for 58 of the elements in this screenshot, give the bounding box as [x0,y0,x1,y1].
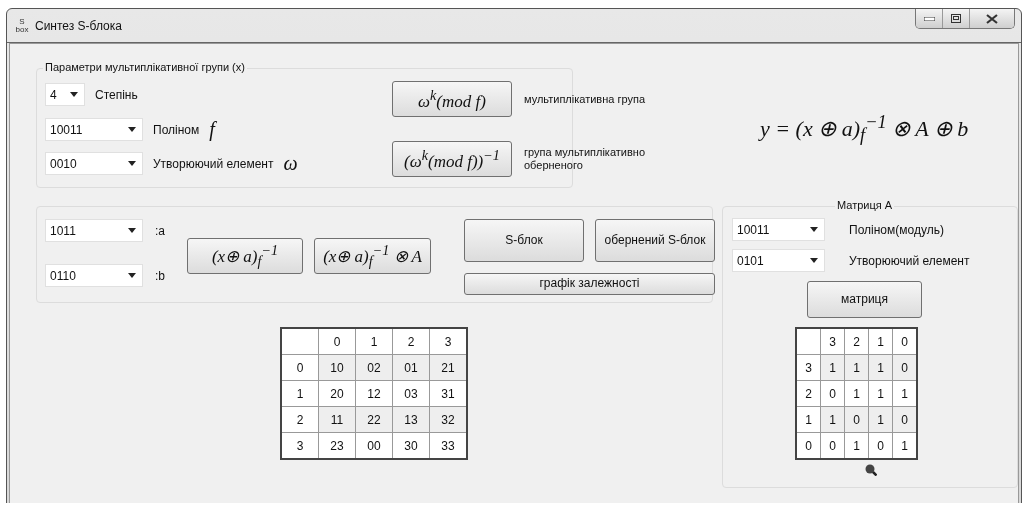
caret-icon [128,127,136,132]
row-header: 1 [796,406,821,433]
formula-button[interactable]: (ω$^{k}$(mod f))$^{−1}$ [392,141,512,177]
row-header: 1 [281,380,319,407]
close-icon [986,13,998,24]
chart-button[interactable]: графік залежності [464,273,715,295]
field-label: Утворюючий елемент [849,253,970,268]
formula-button[interactable]: ω$^{k}$(mod f) [392,81,512,117]
column-header: 3 [820,328,845,355]
button-caption: група мультиплікативно оберненого [524,146,647,172]
action-button[interactable]: обернений S-блок [595,219,715,262]
field-label: :b [155,268,165,283]
caret-icon [128,228,136,233]
caret-icon [70,92,78,97]
column-header: 0 [318,328,356,355]
maximize-icon [951,14,961,23]
dropdown[interactable]: 0110 [45,264,143,287]
caret-icon [128,161,136,166]
row-header: 3 [281,432,319,459]
column-header: 2 [392,328,430,355]
row-header: 3 [796,354,821,381]
column-header: 0 [892,328,917,355]
minimize-icon [923,16,935,21]
group-title: Параметри мультиплікативної групи (x) [43,61,247,73]
caret-icon [810,258,818,263]
field-label: Утворюючий елемент [153,156,274,171]
field-label: Поліном(модуль) [849,222,944,237]
app-icon: S box [15,17,29,34]
column-header: 1 [355,328,393,355]
column-header: 2 [844,328,869,355]
math-symbol: ω [283,152,298,175]
button-caption: мультиплікативна група [524,92,647,106]
field-label: :a [155,223,165,238]
group-title: Матриця A [835,199,895,211]
matrix-button[interactable]: матриця [807,281,922,318]
caret-icon [810,227,818,232]
row-header: 0 [281,354,319,381]
action-button[interactable]: S-блок [464,219,584,262]
formula-button[interactable]: (x⊕ a)$_{f}$$^{−1}$ ⊗ A [314,238,431,274]
field-label: Поліном [153,122,200,137]
field-label: Степінь [95,87,138,102]
dropdown[interactable]: 10011 [732,218,825,241]
dropdown[interactable]: 4 [45,83,85,106]
maximize-button[interactable] [942,9,969,28]
column-header: 1 [868,328,893,355]
caret-icon [128,273,136,278]
magnifier-icon [865,464,877,476]
column-header: 3 [429,328,467,355]
dropdown[interactable]: 1011 [45,219,143,242]
dropdown[interactable]: 0101 [732,249,825,272]
dropdown[interactable]: 10011 [45,118,143,141]
close-button[interactable] [969,9,1014,28]
row-header: 2 [281,406,319,433]
window-title: Синтез S-блока [35,18,122,33]
row-header: 2 [796,380,821,407]
row-header: 0 [796,432,821,459]
dropdown[interactable]: 0010 [45,152,143,175]
math-symbol: f [209,118,215,141]
